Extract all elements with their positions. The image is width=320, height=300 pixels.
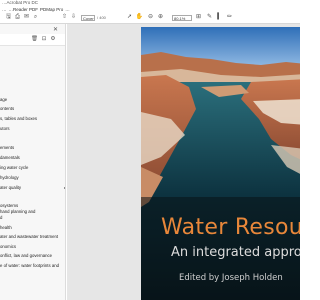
- bookmark-item[interactable]: s, tables and boxes: [0, 116, 37, 121]
- page-number-field[interactable]: Cover: [81, 15, 95, 21]
- bookmark-item[interactable]: onomics: [0, 244, 16, 249]
- zoom-out-icon[interactable]: ⊖: [147, 14, 154, 21]
- menu-item[interactable]: …Reader PDF: [9, 7, 39, 12]
- panel-collapse-handle[interactable]: ▸: [64, 185, 65, 190]
- delete-bookmark-icon[interactable]: 🗑: [31, 36, 38, 42]
- comment-icon[interactable]: ✎: [206, 14, 213, 21]
- fit-page-icon[interactable]: ⊞: [195, 14, 202, 21]
- draw-icon[interactable]: ✏: [226, 14, 233, 21]
- bookmark-item[interactable]: hand planning and: [0, 209, 35, 214]
- hand-tool-icon[interactable]: ✋: [136, 14, 143, 21]
- cover-subtitle: An integrated approac: [171, 245, 300, 260]
- panel-header: ✕: [0, 24, 65, 34]
- bookmark-item[interactable]: d: [0, 215, 2, 220]
- bookmarks-panel: ✕ 🗑 ⊡ ⚙ age ontents s, tables and boxes …: [0, 24, 66, 300]
- bookmark-item[interactable]: hydrology: [0, 175, 19, 180]
- close-icon[interactable]: ✕: [53, 26, 58, 33]
- next-page-icon[interactable]: ⇩: [70, 14, 77, 21]
- print-icon[interactable]: ⎙: [14, 14, 21, 21]
- panel-toolbar: 🗑 ⊡ ⚙: [0, 34, 65, 46]
- search-icon[interactable]: ⌕: [32, 14, 39, 21]
- bookmark-item[interactable]: ing water cycle: [0, 165, 28, 170]
- page-count: / 400: [97, 15, 106, 20]
- prev-page-icon[interactable]: ⇧: [61, 14, 68, 21]
- menu-item[interactable]: PDMap Pro: [40, 7, 63, 12]
- zoom-in-icon[interactable]: ⊕: [157, 14, 164, 21]
- new-bookmark-icon[interactable]: ⊡: [41, 36, 47, 42]
- bookmark-item[interactable]: age: [0, 97, 7, 102]
- bookmark-item[interactable]: e of water: water footprints and: [0, 263, 59, 268]
- bookmark-item[interactable]: ater quality: [0, 185, 21, 190]
- bookmark-item[interactable]: utors: [0, 126, 10, 131]
- zoom-field[interactable]: 80.1%: [172, 15, 192, 21]
- bookmark-item[interactable]: damentals: [0, 155, 20, 160]
- mail-icon[interactable]: ✉: [23, 14, 30, 21]
- bookmark-item[interactable]: health: [0, 225, 12, 230]
- cover-editor: Edited by Joseph Holden: [179, 273, 283, 283]
- menu-item[interactable]: …: [2, 7, 7, 12]
- bookmark-item[interactable]: ontents: [0, 106, 14, 111]
- highlight-icon[interactable]: ▍: [216, 14, 223, 21]
- bookmark-item[interactable]: ements: [0, 145, 14, 150]
- save-icon[interactable]: 🖫: [5, 14, 12, 21]
- document-view[interactable]: Water Resour An integrated approac Edite…: [67, 24, 300, 300]
- bookmark-item[interactable]: osystems: [0, 203, 18, 208]
- cover-title: Water Resour: [161, 215, 300, 240]
- bookmark-item[interactable]: ater and wastewater treatment: [0, 234, 58, 239]
- menu-item[interactable]: …: [65, 7, 70, 12]
- book-cover-page: Water Resour An integrated approac Edite…: [141, 27, 300, 300]
- window-title: …Acrobat Pro DC: [2, 0, 39, 5]
- bookmark-item[interactable]: onflict, law and governance: [0, 253, 52, 258]
- options-icon[interactable]: ⚙: [50, 36, 56, 42]
- toolbar: 🖫 ⎙ ✉ ⌕ ⇧ ⇩ Cover / 400 ➚ ✋ ⊖ ⊕ 80.1% ⊞ …: [0, 12, 300, 24]
- select-cursor-icon[interactable]: ➚: [126, 14, 133, 21]
